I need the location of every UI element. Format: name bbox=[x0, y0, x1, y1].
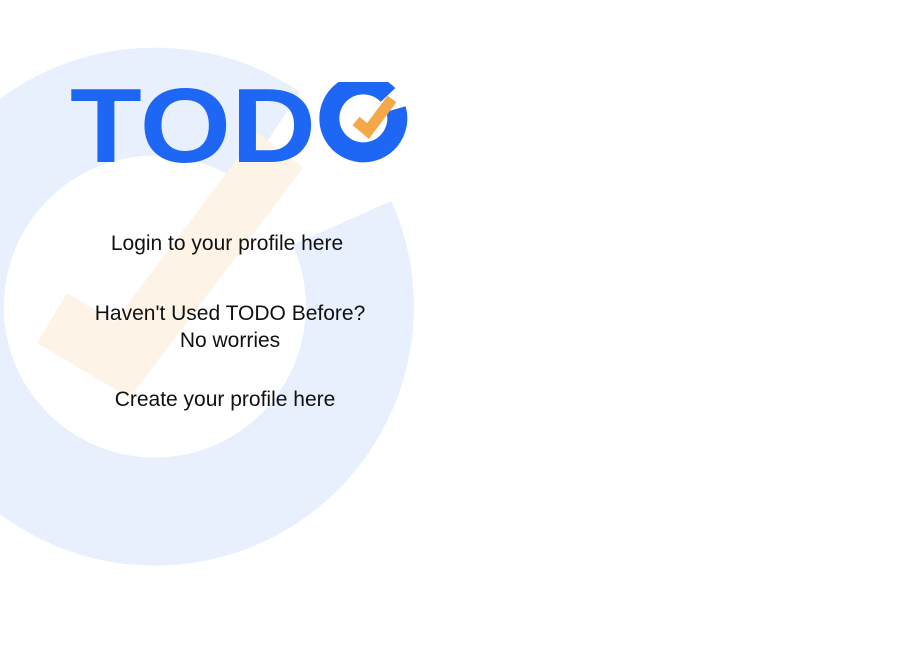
todo-logo: TOD bbox=[70, 82, 408, 168]
logo-check-o-icon bbox=[319, 82, 408, 163]
new-user-reassurance: No worries bbox=[179, 329, 281, 352]
new-user-prompt: Haven't Used TODO Before? bbox=[94, 302, 366, 325]
create-profile-link[interactable]: Create your profile here bbox=[0, 386, 455, 413]
login-profile-link[interactable]: Login to your profile here bbox=[0, 230, 457, 257]
logo-text: TOD bbox=[70, 82, 316, 168]
login-page: TOD Login to your profile here Haven't U… bbox=[0, 0, 900, 650]
